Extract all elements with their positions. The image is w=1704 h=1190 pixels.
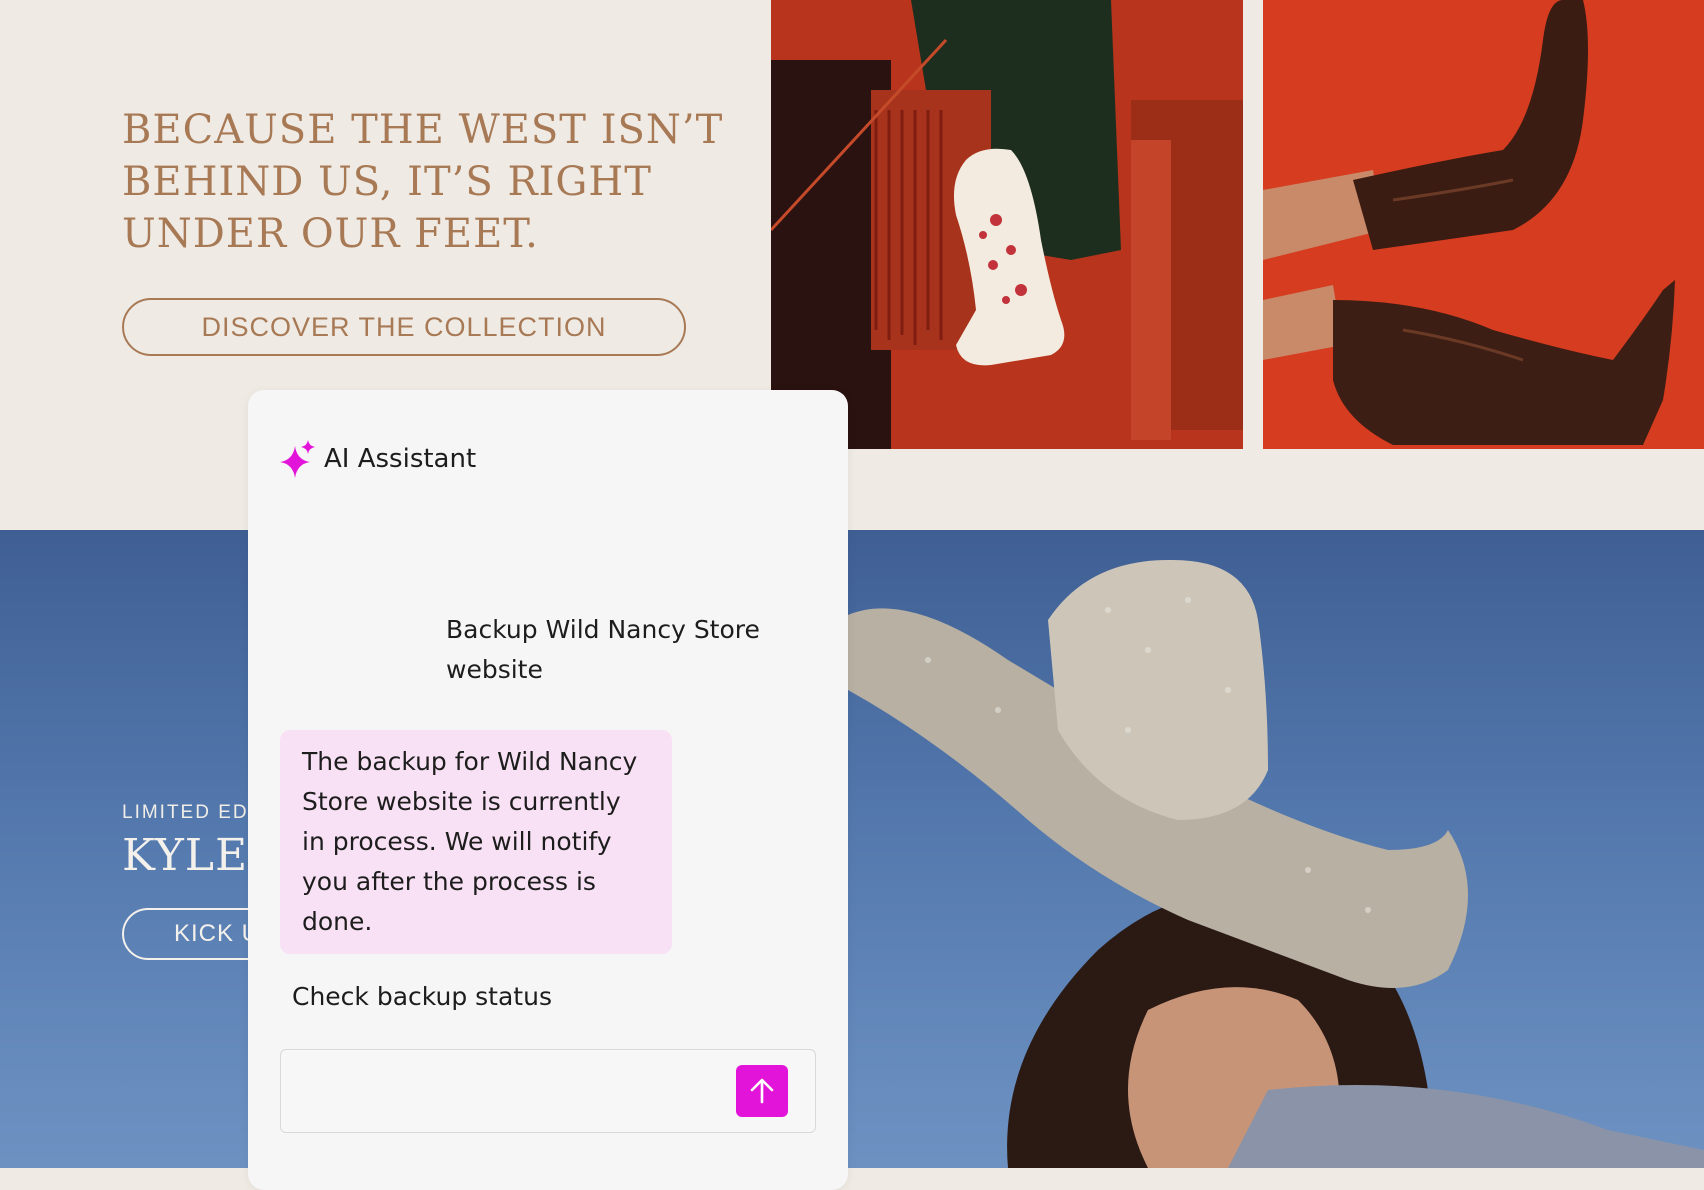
hero-headline: BECAUSE THE WEST ISN’T BEHIND US, IT’S R… (122, 107, 724, 257)
chat-input-box (280, 1049, 816, 1133)
chat-input[interactable] (295, 1064, 729, 1120)
arrow-up-icon (749, 1077, 775, 1105)
suggestion-check-backup-status[interactable]: Check backup status (292, 982, 552, 1011)
discover-collection-button[interactable]: DISCOVER THE COLLECTION (122, 298, 686, 356)
send-button[interactable] (736, 1065, 788, 1117)
assistant-header: AI Assistant (278, 440, 476, 478)
assistant-title: AI Assistant (324, 444, 477, 474)
boot-rider-photo (771, 0, 1243, 449)
assistant-message: The backup for Wild Nancy Store website … (280, 730, 672, 954)
ai-assistant-panel: AI Assistant Backup Wild Nancy Store web… (248, 390, 848, 1190)
sparkle-icon (278, 440, 316, 478)
feature-title: KYLE (122, 830, 249, 881)
feature-eyebrow: LIMITED EDI (122, 802, 256, 823)
sparkle-hat-model-photo (848, 530, 1704, 1168)
cowboy-boots-photo (1263, 0, 1704, 449)
user-message: Backup Wild Nancy Store website (446, 615, 760, 684)
